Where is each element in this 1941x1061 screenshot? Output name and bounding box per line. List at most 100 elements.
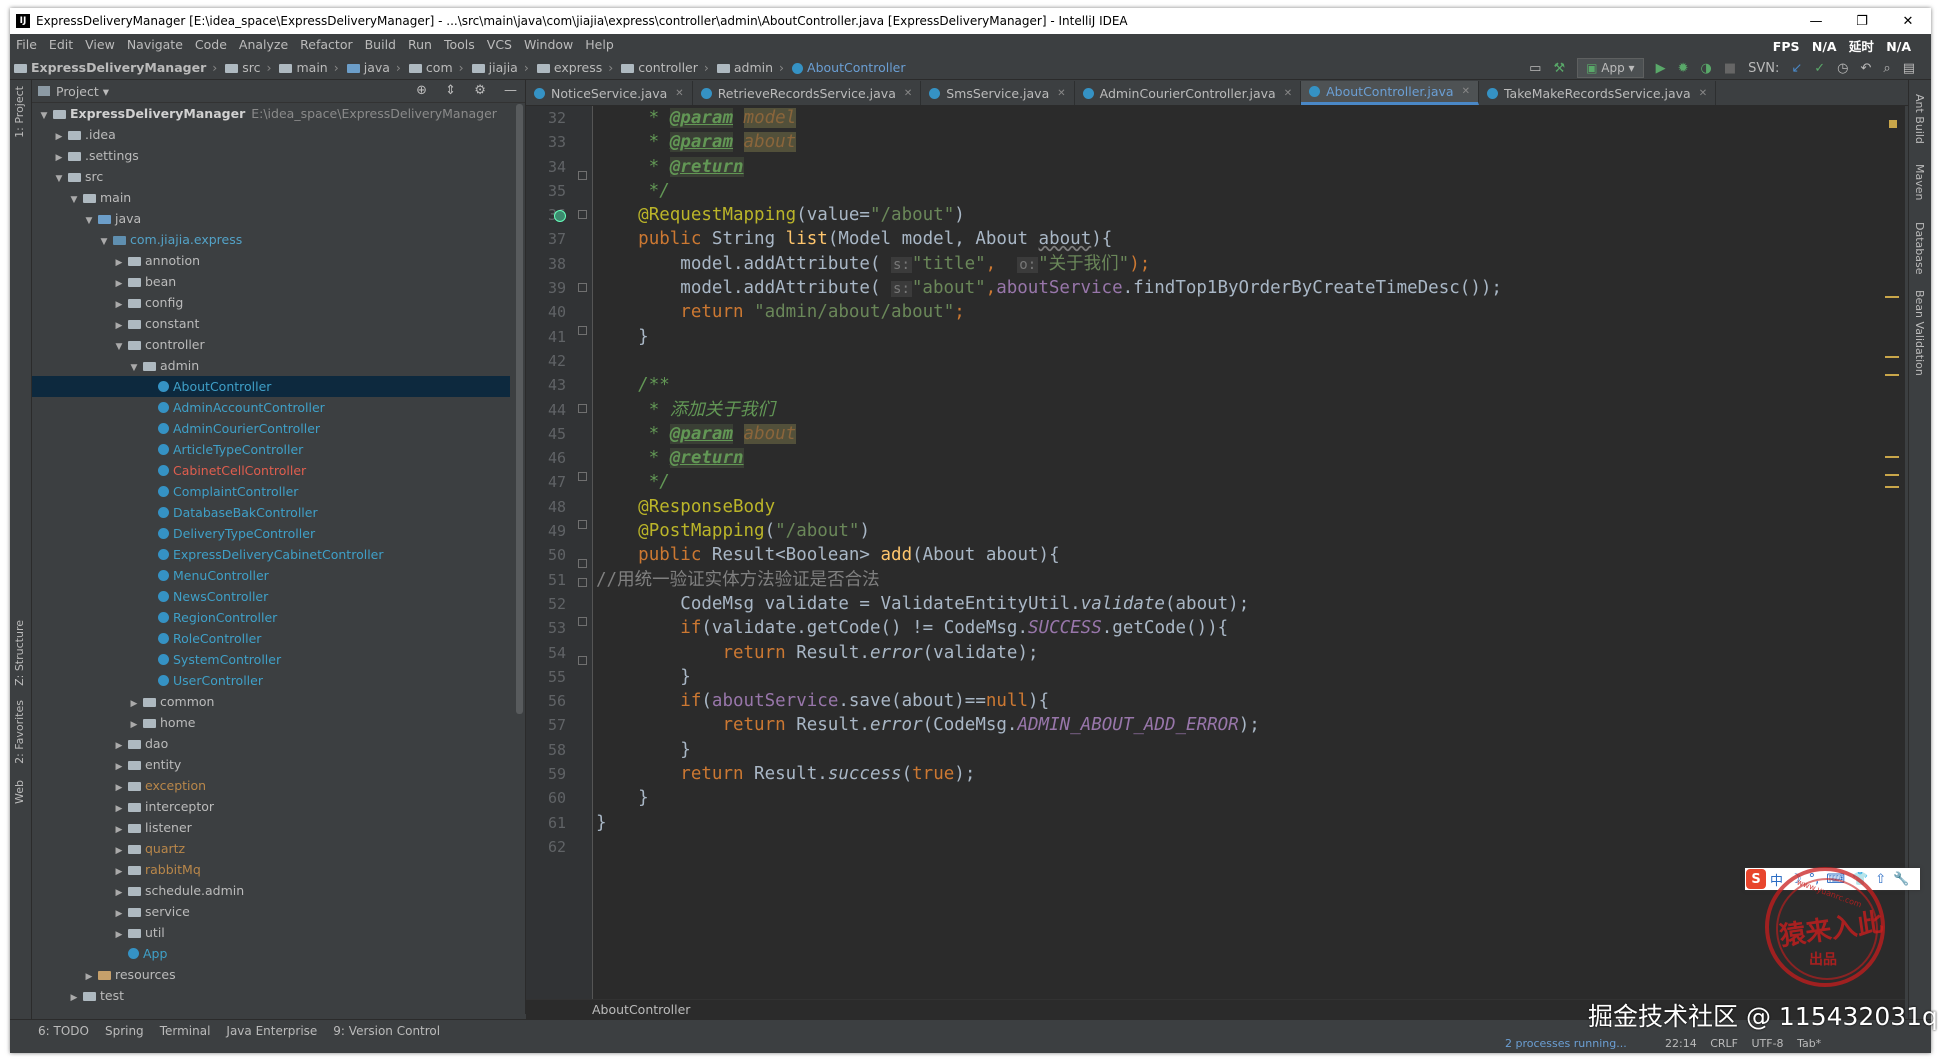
menu-file[interactable]: File	[10, 37, 43, 52]
close-button[interactable]: ✕	[1885, 14, 1931, 29]
locate-icon[interactable]: ⊕	[416, 83, 427, 98]
tree-item-articletypecontroller[interactable]: ArticleTypeController	[32, 439, 510, 460]
close-tab-icon[interactable]: ✕	[1057, 88, 1065, 99]
menu-tools[interactable]: Tools	[438, 37, 481, 52]
project-structure-icon[interactable]: ▭	[1529, 61, 1541, 76]
wrench-icon[interactable]: 🔧	[1893, 872, 1909, 887]
close-tab-icon[interactable]: ✕	[1462, 86, 1470, 97]
menu-help[interactable]: Help	[579, 37, 620, 52]
tree-item-expressdeliverycabinetcontroller[interactable]: ExpressDeliveryCabinetController	[32, 544, 510, 565]
breadcrumb-jiajia[interactable]: jiajia ›	[468, 60, 533, 75]
tree-item-listener[interactable]: ▶ listener	[32, 817, 510, 838]
history-icon[interactable]: ◷	[1837, 61, 1848, 76]
error-stripe-mark[interactable]	[1885, 486, 1899, 488]
database-tool-button[interactable]: Database	[1913, 222, 1926, 275]
tree-item-schedule-admin[interactable]: ▶ schedule.admin	[32, 880, 510, 901]
stop-icon[interactable]: ■	[1724, 61, 1736, 76]
menu-window[interactable]: Window	[518, 37, 579, 52]
tree-item-app[interactable]: App	[32, 943, 510, 964]
tree-item-aboutcontroller[interactable]: AboutController	[32, 376, 510, 397]
favorites-tool-button[interactable]: 2: Favorites	[13, 700, 26, 764]
tree-item-src[interactable]: ▼ src	[32, 166, 510, 187]
tree-item-databasebakcontroller[interactable]: DatabaseBakController	[32, 502, 510, 523]
error-stripe-mark[interactable]	[1885, 374, 1899, 376]
tree-item-admin[interactable]: ▼ admin	[32, 355, 510, 376]
indent-setting[interactable]: Tab*	[1797, 1037, 1821, 1050]
editor-breadcrumb[interactable]: AboutController	[592, 1002, 690, 1017]
fold-marker-icon[interactable]	[578, 210, 587, 219]
tree-item-config[interactable]: ▶ config	[32, 292, 510, 313]
file-encoding[interactable]: UTF-8	[1751, 1037, 1783, 1050]
maven-tool-button[interactable]: Maven	[1913, 164, 1926, 200]
collapse-all-icon[interactable]: ⇕	[445, 83, 456, 98]
tree-item-service[interactable]: ▶ service	[32, 901, 510, 922]
menu-refactor[interactable]: Refactor	[294, 37, 358, 52]
spring-tool-button[interactable]: Spring	[105, 1024, 144, 1038]
tree-item-regioncontroller[interactable]: RegionController	[32, 607, 510, 628]
bean-validation-tool-button[interactable]: Bean Validation	[1913, 290, 1926, 376]
menu-navigate[interactable]: Navigate	[121, 37, 189, 52]
maximize-button[interactable]: ❐	[1839, 14, 1885, 29]
upload-icon[interactable]: ⇧	[1875, 872, 1886, 887]
tree-item-dao[interactable]: ▶ dao	[32, 733, 510, 754]
breadcrumb-main[interactable]: main ›	[275, 60, 342, 75]
error-stripe-mark[interactable]	[1885, 296, 1899, 298]
tree-item--idea[interactable]: ▶ .idea	[32, 124, 510, 145]
close-tab-icon[interactable]: ✕	[1284, 88, 1292, 99]
web-tool-button[interactable]: Web	[13, 780, 26, 804]
project-view-select[interactable]: Project	[56, 84, 99, 99]
fold-marker-icon[interactable]	[578, 283, 587, 292]
code-editor[interactable]: 3233343536373839404142434445464748495051…	[526, 106, 1905, 999]
editor-scrollbar[interactable]	[1879, 106, 1905, 999]
tree-item-complaintcontroller[interactable]: ComplaintController	[32, 481, 510, 502]
tree-item-admincouriercontroller[interactable]: AdminCourierController	[32, 418, 510, 439]
code-area[interactable]: * @param model * @param about * @return …	[596, 106, 1875, 859]
close-tab-icon[interactable]: ✕	[904, 88, 912, 99]
menu-vcs[interactable]: VCS	[481, 37, 518, 52]
tree-item-main[interactable]: ▼ main	[32, 187, 510, 208]
gear-icon[interactable]: ⚙	[474, 83, 486, 98]
fold-marker-icon[interactable]	[578, 578, 587, 587]
todo-tool-button[interactable]: 6: TODO	[38, 1024, 89, 1038]
menu-analyze[interactable]: Analyze	[233, 37, 294, 52]
spring-bean-icon[interactable]	[554, 210, 566, 222]
tree-item-home[interactable]: ▶ home	[32, 712, 510, 733]
tree-item-resources[interactable]: ▶ resources	[32, 964, 510, 985]
breadcrumb-express[interactable]: express ›	[533, 60, 617, 75]
breadcrumb-java[interactable]: java ›	[343, 60, 405, 75]
tree-item-test[interactable]: ▶ test	[32, 985, 510, 1006]
breadcrumb-controller[interactable]: controller ›	[617, 60, 713, 75]
run-config-select[interactable]: ▣ App ▾	[1577, 58, 1644, 78]
chevron-down-icon[interactable]: ▾	[103, 84, 109, 99]
version-control-tool-button[interactable]: 9: Version Control	[333, 1024, 440, 1038]
fold-marker-icon[interactable]	[578, 617, 587, 626]
tree-item-menucontroller[interactable]: MenuController	[32, 565, 510, 586]
java-enterprise-tool-button[interactable]: Java Enterprise	[226, 1024, 317, 1038]
error-stripe-mark[interactable]	[1885, 356, 1899, 358]
fold-marker-icon[interactable]	[578, 656, 587, 665]
project-tool-button[interactable]: 1: Project	[13, 86, 26, 138]
breadcrumb-aboutcontroller[interactable]: AboutController	[788, 60, 909, 75]
tree-item-cabinetcellcontroller[interactable]: CabinetCellController	[32, 460, 510, 481]
tree-item-com-jiajia-express[interactable]: ▼ com.jiajia.express	[32, 229, 510, 250]
run-icon[interactable]: ▶	[1656, 61, 1666, 76]
fold-marker-icon[interactable]	[578, 472, 587, 481]
tree-item-bean[interactable]: ▶ bean	[32, 271, 510, 292]
fold-marker-icon[interactable]	[578, 171, 587, 180]
fold-marker-icon[interactable]	[578, 404, 587, 413]
breadcrumb-src[interactable]: src ›	[221, 60, 275, 75]
line-separator[interactable]: CRLF	[1710, 1037, 1738, 1050]
menu-code[interactable]: Code	[189, 37, 233, 52]
presentation-icon[interactable]: ▤	[1903, 61, 1915, 76]
menu-run[interactable]: Run	[402, 37, 438, 52]
terminal-tool-button[interactable]: Terminal	[160, 1024, 211, 1038]
tree-item-common[interactable]: ▶ common	[32, 691, 510, 712]
tree-item-exception[interactable]: ▶ exception	[32, 775, 510, 796]
close-tab-icon[interactable]: ✕	[675, 88, 683, 99]
tree-item-systemcontroller[interactable]: SystemController	[32, 649, 510, 670]
tree-item-expressdeliverymanager[interactable]: ▼ ExpressDeliveryManager E:\idea_space\Exp…	[32, 103, 510, 124]
ant-build-tool-button[interactable]: Ant Build	[1913, 94, 1926, 144]
tab-aboutcontroller-java[interactable]: AboutController.java ✕	[1301, 81, 1479, 105]
structure-tool-button[interactable]: Z: Structure	[13, 620, 26, 686]
tab-noticeservice-java[interactable]: NoticeService.java ✕	[526, 81, 693, 105]
